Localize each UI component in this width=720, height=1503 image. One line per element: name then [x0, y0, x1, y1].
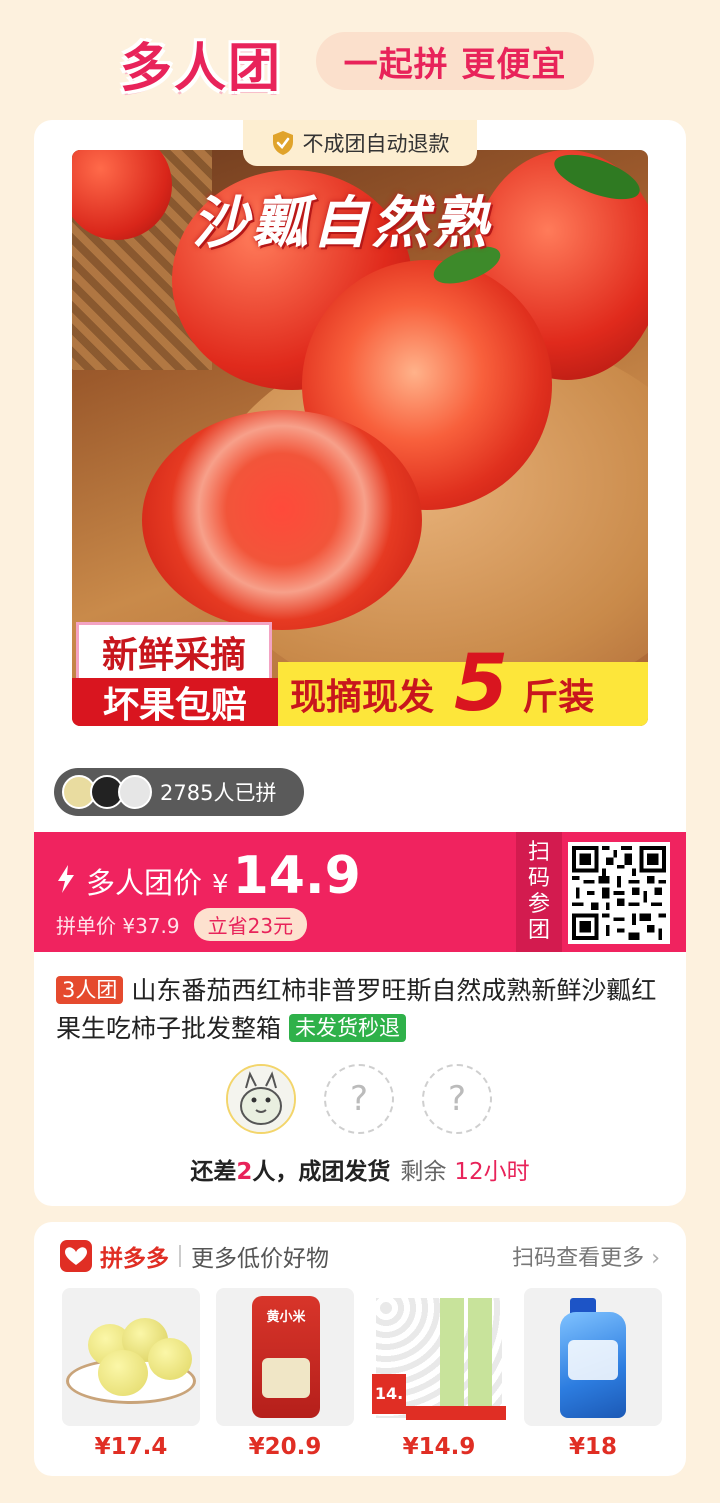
time-left-value: 12小时	[454, 1159, 530, 1185]
price-bar: 多人团价 ¥ 14.9 拼单价 ¥37.9 立省23元 扫 码 参 团	[34, 832, 686, 952]
chevron-right-icon: ›	[651, 1246, 660, 1271]
tissue-box-shape	[440, 1298, 464, 1418]
shield-check-icon	[272, 131, 293, 155]
recommendation-card: 拼多多 更多低价好物 扫码查看更多 › ¥17.4 黄小米 ¥20.9 14. …	[34, 1222, 686, 1476]
single-buy-price: 拼单价 ¥37.9	[56, 914, 180, 938]
scan-to-join-label: 扫 码 参 团	[516, 832, 562, 952]
group-buy-card: 不成团自动退款 沙瓤自然熟 新鲜采摘 坏果包赔 现摘现发 5 斤装 2785人已…	[34, 120, 686, 1206]
tomato-half-shape	[142, 410, 422, 630]
empty-member-slot: ?	[324, 1064, 394, 1134]
qr-code[interactable]	[568, 842, 670, 944]
rice-bag-brand: 黄小米	[266, 1310, 306, 1325]
scan-more-text: 扫码查看更多	[512, 1246, 645, 1271]
image-badge-number: 5	[454, 639, 509, 726]
scan-label-char: 团	[527, 918, 550, 943]
recommend-item-price: ¥14.9	[402, 1434, 476, 1460]
scan-label-char: 参	[527, 892, 550, 917]
avatar	[118, 775, 152, 809]
empty-member-slot: ?	[422, 1064, 492, 1134]
image-badge-fresh: 新鲜采摘	[76, 622, 272, 682]
melon-shape	[148, 1338, 192, 1380]
joined-count-pill: 2785人已拼	[54, 768, 304, 816]
tissue-box-shape	[468, 1298, 492, 1418]
recommend-item-image[interactable]: 黄小米	[216, 1288, 354, 1426]
page-title: 多人团	[120, 39, 283, 99]
scan-label-char: 扫	[527, 840, 550, 865]
remaining-status: 还差2人，成团发货 剩余 12小时	[34, 1152, 686, 1186]
price-block: 多人团价 ¥ 14.9 拼单价 ¥37.9 立省23元	[56, 846, 361, 941]
remaining-prefix: 还差	[190, 1159, 237, 1185]
refund-guarantee-text: 不成团自动退款	[302, 132, 450, 156]
currency-symbol: ¥	[212, 870, 229, 900]
scan-more-link[interactable]: 扫码查看更多 ›	[512, 1240, 660, 1272]
slogan-badge: 一起拼 更便宜	[316, 32, 594, 90]
group-price-label: 多人团价	[86, 866, 203, 900]
recommend-item-price: ¥17.4	[94, 1434, 168, 1460]
group-size-tag: 3人团	[56, 976, 124, 1004]
pinduoduo-logo-icon	[60, 1240, 92, 1272]
image-banner-text: 沙瓤自然熟	[192, 191, 492, 256]
recommend-item-price: ¥18	[568, 1434, 617, 1460]
product-image[interactable]: 沙瓤自然熟 新鲜采摘 坏果包赔 现摘现发 5 斤装	[72, 150, 648, 726]
recommend-item-image[interactable]	[62, 1288, 200, 1426]
time-left-label: 剩余	[400, 1159, 447, 1185]
remaining-suffix: 人，成团发货	[252, 1159, 391, 1185]
tissue-promo-strip	[406, 1406, 506, 1420]
rice-bag-label-shape	[262, 1358, 310, 1398]
recommend-item-price: ¥20.9	[248, 1434, 322, 1460]
recommend-item-image[interactable]: 14.	[370, 1288, 508, 1426]
lightning-icon	[58, 865, 74, 893]
product-title[interactable]: 3人团 山东番茄西红柿非普罗旺斯自然成熟新鲜沙瓤红果生吃柿子批发整箱 未发货秒退	[56, 972, 670, 1048]
image-badge-unit: 斤装	[522, 677, 595, 718]
joined-count-text: 2785人已拼	[160, 781, 277, 805]
qr-code-icon	[572, 846, 666, 940]
refund-instant-tag: 未发货秒退	[289, 1014, 407, 1042]
group-member-avatar	[226, 1064, 296, 1134]
recommendation-header: 拼多多 更多低价好物 扫码查看更多 ›	[60, 1238, 660, 1274]
image-badge-shipping: 现摘现发 5 斤装	[278, 639, 648, 726]
refund-guarantee-tag: 不成团自动退款	[243, 120, 477, 166]
melon-shape	[98, 1350, 148, 1396]
header: 多人团 一起拼 更便宜	[0, 22, 720, 100]
group-price: 14.9	[232, 846, 361, 906]
image-badge-guarantee: 坏果包赔	[72, 678, 278, 726]
image-badge-ship-text: 现摘现发	[290, 677, 435, 718]
scan-label-char: 码	[527, 866, 550, 891]
bottle-label-shape	[568, 1340, 618, 1380]
recommendation-subtitle: 更多低价好物	[191, 1246, 329, 1272]
savings-tag: 立省23元	[193, 908, 308, 941]
pinduoduo-brand: 拼多多	[100, 1246, 169, 1272]
cat-avatar-icon	[228, 1066, 294, 1132]
divider	[179, 1245, 181, 1267]
tissue-promo-badge: 14.	[372, 1374, 406, 1414]
remaining-count: 2	[236, 1159, 253, 1185]
recommend-item-image[interactable]	[524, 1288, 662, 1426]
